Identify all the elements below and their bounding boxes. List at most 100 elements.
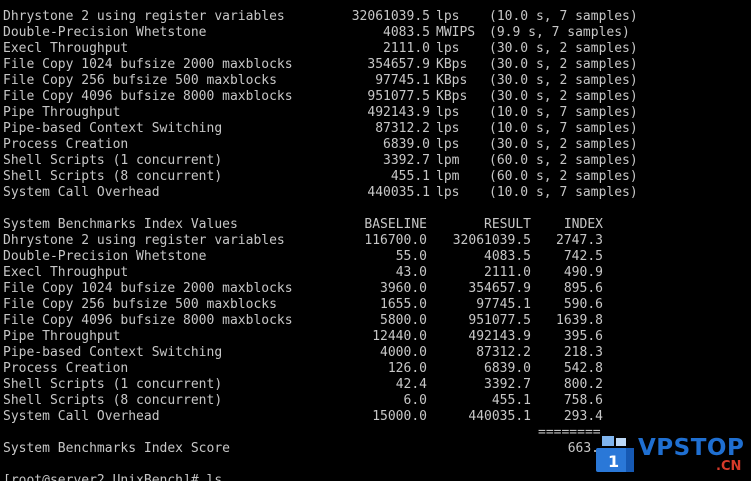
index-index: 1639.8	[556, 313, 603, 328]
index-name: System Call Overhead	[3, 409, 160, 424]
column-header-index: INDEX	[563, 217, 603, 232]
column-header-baseline: BASELINE	[364, 217, 427, 232]
index-baseline: 42.4	[395, 377, 427, 392]
result-detail: (30.0 s, 2 samples)	[489, 89, 638, 104]
index-baseline: 3960.0	[380, 281, 427, 296]
result-detail: (30.0 s, 2 samples)	[489, 41, 638, 56]
index-baseline: 15000.0	[372, 409, 427, 424]
result-detail: (10.0 s, 7 samples)	[489, 121, 638, 136]
index-name: Pipe-based Context Switching	[3, 345, 223, 360]
index-name: File Copy 1024 bufsize 2000 maxblocks	[3, 281, 293, 296]
result-detail: (30.0 s, 2 samples)	[489, 57, 638, 72]
result-name: Double-Precision Whetstone	[3, 25, 207, 40]
result-name: File Copy 4096 bufsize 8000 maxblocks	[3, 89, 293, 104]
result-name: Pipe Throughput	[3, 105, 121, 120]
result-unit: lps	[436, 137, 460, 152]
index-name: Double-Precision Whetstone	[3, 249, 207, 264]
result-name: Execl Throughput	[3, 41, 129, 56]
result-name: Shell Scripts (1 concurrent)	[3, 153, 223, 168]
index-index: 2747.3	[556, 233, 603, 248]
result-unit: lps	[436, 105, 460, 120]
score-separator: ========	[538, 425, 601, 440]
result-detail: (60.0 s, 2 samples)	[489, 153, 638, 168]
index-name: Dhrystone 2 using register variables	[3, 233, 285, 248]
index-baseline: 116700.0	[364, 233, 427, 248]
index-index: 895.6	[563, 281, 603, 296]
result-value: 97745.1	[375, 73, 430, 88]
result-unit: KBps	[436, 57, 468, 72]
index-index: 590.6	[563, 297, 603, 312]
result-unit: lpm	[436, 169, 460, 184]
result-value: 440035.1	[367, 185, 430, 200]
result-unit: KBps	[436, 89, 468, 104]
index-header: System Benchmarks Index Values BASELINE …	[3, 217, 603, 233]
index-result: 6839.0	[484, 361, 531, 376]
index-index: 758.6	[563, 393, 603, 408]
result-name: Shell Scripts (8 concurrent)	[3, 169, 223, 184]
index-baseline: 5800.0	[380, 313, 427, 328]
index-result: 440035.1	[468, 409, 531, 424]
result-detail: (60.0 s, 2 samples)	[489, 169, 638, 184]
index-baseline: 1655.0	[380, 297, 427, 312]
index-result: 455.1	[491, 393, 531, 408]
index-baseline: 126.0	[387, 361, 427, 376]
result-value: 492143.9	[367, 105, 430, 120]
result-detail: (10.0 s, 7 samples)	[489, 9, 638, 24]
index-name: File Copy 256 bufsize 500 maxblocks	[3, 297, 277, 312]
terminal-output[interactable]: Dhrystone 2 using register variables 3206…	[0, 0, 751, 481]
index-index: 395.6	[563, 329, 603, 344]
score-line: System Benchmarks Index Score 663.	[3, 441, 599, 457]
index-title: System Benchmarks Index Values	[3, 217, 238, 232]
index-result: 4083.5	[484, 249, 531, 264]
index-result: 951077.5	[468, 313, 531, 328]
score-value: 663.	[567, 441, 599, 456]
result-value: 4083.5	[383, 25, 430, 40]
index-result: 2111.0	[484, 265, 531, 280]
index-index: 542.8	[563, 361, 603, 376]
result-value: 32061039.5	[351, 9, 430, 24]
shell-prompt[interactable]: [root@server2 UnixBench]# ls	[3, 473, 222, 481]
index-result: 354657.9	[468, 281, 531, 296]
index-index: 800.2	[563, 377, 603, 392]
index-name: Process Creation	[3, 361, 129, 376]
result-unit: lps	[436, 9, 460, 24]
result-detail: (9.9 s, 7 samples)	[489, 25, 630, 40]
index-result: 87312.2	[476, 345, 531, 360]
result-detail: (10.0 s, 7 samples)	[489, 185, 638, 200]
separator-line: ========	[3, 425, 601, 441]
vpstop-logo-icon: 1	[596, 436, 634, 472]
index-name: Shell Scripts (8 concurrent)	[3, 393, 223, 408]
index-name: Execl Throughput	[3, 265, 129, 280]
result-name: Process Creation	[3, 137, 129, 152]
result-name: File Copy 256 bufsize 500 maxblocks	[3, 73, 277, 88]
index-name: Pipe Throughput	[3, 329, 121, 344]
index-baseline: 4000.0	[380, 345, 427, 360]
score-label: System Benchmarks Index Score	[3, 441, 230, 456]
index-baseline: 12440.0	[372, 329, 427, 344]
result-unit: lps	[436, 121, 460, 136]
result-detail: (30.0 s, 2 samples)	[489, 137, 638, 152]
result-name: File Copy 1024 bufsize 2000 maxblocks	[3, 57, 293, 72]
result-unit: lps	[436, 185, 460, 200]
result-unit: lps	[436, 41, 460, 56]
index-index: 742.5	[563, 249, 603, 264]
result-unit: KBps	[436, 73, 468, 88]
column-header-result: RESULT	[484, 217, 531, 232]
index-baseline: 43.0	[395, 265, 427, 280]
index-result: 32061039.5	[452, 233, 531, 248]
result-value: 6839.0	[383, 137, 430, 152]
result-value: 2111.0	[383, 41, 430, 56]
result-value: 455.1	[390, 169, 430, 184]
result-detail: (30.0 s, 2 samples)	[489, 73, 638, 88]
result-unit: MWIPS	[436, 25, 476, 40]
prompt-text: [root@server2 UnixBench]# ls	[3, 473, 223, 481]
vpstop-watermark: 1 VPSTOP .CN	[596, 433, 748, 477]
result-value: 951077.5	[367, 89, 430, 104]
index-index: 293.4	[563, 409, 603, 424]
result-unit: lpm	[436, 153, 460, 168]
result-name: Pipe-based Context Switching	[3, 121, 223, 136]
index-index: 218.3	[563, 345, 603, 360]
index-index: 490.9	[563, 265, 603, 280]
index-result: 492143.9	[468, 329, 531, 344]
index-baseline: 6.0	[403, 393, 427, 408]
